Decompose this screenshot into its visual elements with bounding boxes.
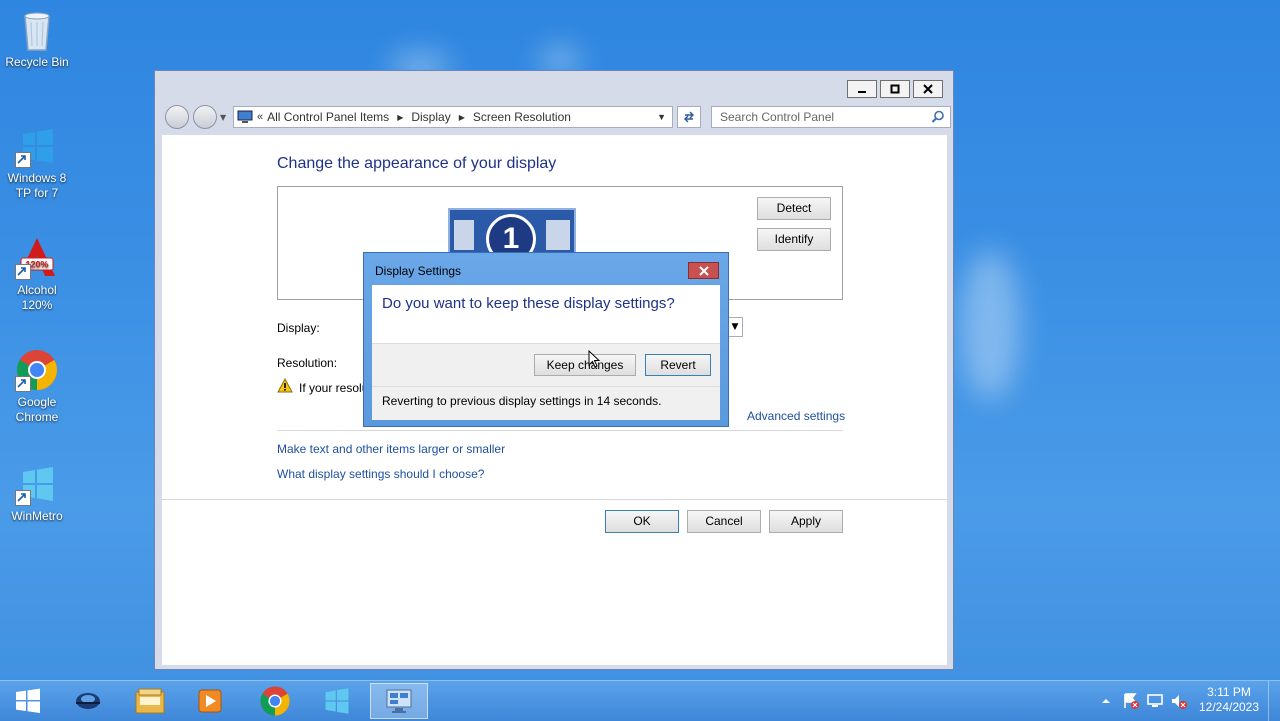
advanced-settings-link[interactable]: Advanced settings [747, 409, 845, 423]
minimize-icon [858, 91, 866, 93]
windows-logo-icon [16, 688, 40, 713]
which-settings-link[interactable]: What display settings should I choose? [277, 467, 484, 481]
desktop-icon-winmetro[interactable]: WinMetro [4, 462, 70, 524]
page-title: Change the appearance of your display [277, 155, 557, 172]
forward-button[interactable] [193, 105, 217, 129]
shortcut-arrow-icon [15, 152, 31, 168]
system-clock[interactable]: 3:11 PM 12/24/2023 [1196, 685, 1262, 715]
breadcrumb-display[interactable]: Display [411, 110, 450, 124]
monitor-1-thumbnail[interactable]: 1 [448, 208, 576, 256]
display-settings-dialog: Display Settings Do you want to keep the… [363, 252, 729, 427]
minimize-button[interactable] [847, 80, 877, 98]
taskbar-app-network[interactable] [60, 683, 116, 719]
volume-muted-icon[interactable] [1170, 692, 1188, 710]
navigation-bar: ▼ « All Control Panel Items ▶ Display ▶ … [163, 105, 951, 131]
shortcut-arrow-icon [15, 490, 31, 506]
desktop-icon-windows8-tp[interactable]: Windows 8 TP for 7 [4, 124, 70, 201]
resolution-label: Resolution: [277, 356, 338, 370]
close-icon [698, 265, 709, 276]
dialog-footer-divider [372, 386, 720, 387]
shortcut-arrow-icon [15, 376, 31, 392]
display-dropdown-arrow[interactable]: ▼ [727, 317, 743, 337]
dialog-countdown-text: Reverting to previous display settings i… [382, 394, 662, 408]
clock-time: 3:11 PM [1207, 685, 1251, 699]
start-button[interactable] [0, 683, 56, 719]
keep-changes-button[interactable]: Keep changes [534, 354, 636, 376]
recent-pages-chevron-icon[interactable]: ▼ [220, 113, 226, 122]
overflow-chevron-icon: « [257, 111, 264, 123]
chrome-icon [15, 348, 59, 392]
breadcrumb-separator-icon[interactable]: ▶ [459, 113, 465, 122]
network-status-icon[interactable] [1146, 692, 1164, 710]
breadcrumb-separator-icon[interactable]: ▶ [397, 113, 403, 122]
recycle-bin-icon [15, 8, 59, 52]
search-placeholder: Search Control Panel [720, 110, 835, 124]
maximize-icon [890, 84, 900, 94]
section-divider [277, 430, 843, 431]
refresh-icon [684, 111, 694, 123]
desktop-icon-label: Windows 8 TP for 7 [7, 171, 67, 200]
breadcrumb-all-items[interactable]: All Control Panel Items [267, 110, 389, 124]
taskbar-app-control-panel[interactable] [370, 683, 428, 719]
search-input[interactable]: Search Control Panel [711, 106, 951, 128]
windows-logo-icon [15, 462, 59, 506]
dialog-question: Do you want to keep these display settin… [382, 295, 675, 312]
display-label: Display: [277, 321, 320, 335]
monitor-number: 1 [486, 214, 536, 254]
apply-button[interactable]: Apply [769, 510, 843, 533]
desktop-icon-label: Google Chrome [15, 395, 59, 424]
dialog-close-button[interactable] [688, 262, 719, 279]
identify-button[interactable]: Identify [757, 228, 831, 251]
windows-logo-icon [325, 688, 349, 714]
ok-button[interactable]: OK [605, 510, 679, 533]
address-dropdown-icon[interactable]: ▼ [657, 112, 666, 122]
search-icon[interactable] [931, 110, 945, 124]
windows-logo-icon [15, 124, 59, 168]
show-desktop-button[interactable] [1268, 681, 1280, 721]
action-center-alert-icon[interactable] [1122, 692, 1140, 710]
taskbar-app-media-player[interactable] [182, 683, 238, 719]
chrome-icon [260, 686, 290, 716]
desktop-icon-label: WinMetro [11, 509, 63, 523]
taskbar-app-file-explorer[interactable] [122, 683, 178, 719]
folder-icon [135, 688, 165, 714]
show-hidden-icons-chevron-icon[interactable] [1101, 696, 1111, 706]
taskbar: 3:11 PM 12/24/2023 [0, 680, 1280, 721]
close-icon [923, 84, 933, 94]
close-button[interactable] [913, 80, 943, 98]
resolution-warning-text: If your resolu [299, 381, 369, 395]
shortcut-arrow-icon [15, 264, 31, 280]
back-button[interactable] [165, 105, 189, 129]
desktop-icon-label: Recycle Bin [5, 55, 69, 69]
detect-button[interactable]: Detect [757, 197, 831, 220]
taskbar-app-chrome[interactable] [247, 683, 303, 719]
breadcrumb-screen-resolution[interactable]: Screen Resolution [473, 110, 571, 124]
control-panel-icon [237, 110, 253, 123]
text-size-link[interactable]: Make text and other items larger or smal… [277, 442, 505, 456]
refresh-button[interactable] [677, 106, 701, 128]
media-player-icon [198, 689, 222, 713]
desktop-icon-recycle-bin[interactable]: Recycle Bin [4, 8, 70, 70]
clock-date: 12/24/2023 [1198, 700, 1260, 714]
desktop-icon-label: Alcohol 120% [17, 283, 57, 312]
network-tool-icon [76, 693, 100, 709]
alcohol-icon: 120% [15, 236, 59, 280]
maximize-button[interactable] [880, 80, 910, 98]
desktop-icon-chrome[interactable]: Google Chrome [4, 348, 70, 425]
address-bar[interactable]: « All Control Panel Items ▶ Display ▶ Sc… [233, 106, 673, 128]
desktop-icon-alcohol[interactable]: 120% Alcohol 120% [4, 236, 70, 313]
dialog-title: Display Settings [375, 264, 462, 278]
dialog-body: Do you want to keep these display settin… [372, 285, 720, 420]
cancel-button[interactable]: Cancel [687, 510, 761, 533]
control-panel-icon [386, 689, 412, 713]
taskbar-app-winmetro[interactable] [309, 683, 365, 719]
footer-divider [162, 499, 947, 500]
revert-button[interactable]: Revert [645, 354, 711, 376]
dialog-footer: Keep changes Revert Reverting to previou… [372, 343, 720, 420]
warning-icon [277, 378, 293, 393]
mouse-cursor-icon [588, 350, 601, 368]
